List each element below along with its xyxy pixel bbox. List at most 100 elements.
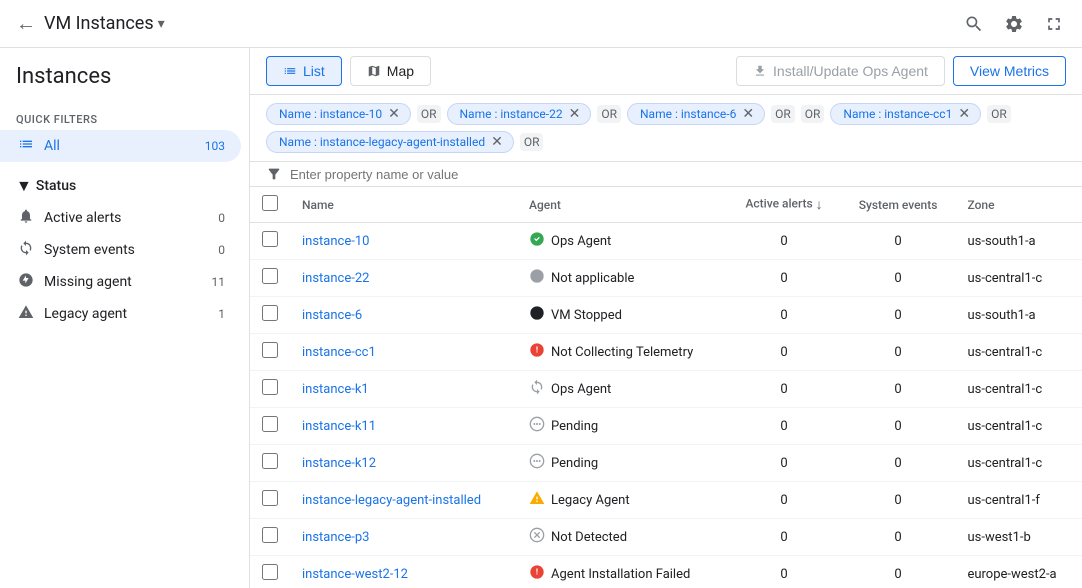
- row-system-events: 0: [841, 519, 956, 556]
- row-agent-cell: Ops Agent: [517, 371, 727, 408]
- system-events-count: 0: [218, 243, 225, 257]
- agent-label: Not applicable: [551, 271, 634, 286]
- row-checkbox-cell: [250, 408, 290, 445]
- row-system-events: 0: [841, 408, 956, 445]
- install-label: Install/Update Ops Agent: [773, 63, 928, 79]
- agent-status-icon: !: [529, 342, 545, 362]
- active-alerts-label: Active alerts: [44, 210, 210, 226]
- filter-icon: [266, 166, 282, 182]
- all-count: 103: [205, 139, 225, 153]
- list-view-button[interactable]: List: [266, 56, 342, 86]
- row-checkbox[interactable]: [262, 490, 278, 506]
- sidebar-item-legacy-agent[interactable]: Legacy agent 1: [0, 298, 241, 330]
- instance-name-link[interactable]: instance-k11: [302, 419, 376, 434]
- sidebar-item-active-alerts[interactable]: Active alerts 0: [0, 202, 241, 234]
- agent-status-icon: [529, 490, 545, 510]
- instances-table: Name Agent Active alerts ↓ System events…: [250, 187, 1082, 588]
- row-active-alerts: 0: [727, 482, 840, 519]
- filter-or-3: OR: [771, 105, 795, 123]
- select-all-checkbox[interactable]: [262, 195, 278, 211]
- layout: Instances Quick filters All 103 ▼ Status…: [0, 48, 1082, 588]
- instance-name-link[interactable]: instance-cc1: [302, 345, 376, 360]
- agent-status-icon: [529, 305, 545, 325]
- map-label: Map: [387, 63, 414, 79]
- install-ops-agent-button[interactable]: Install/Update Ops Agent: [736, 56, 945, 86]
- chip-remove-instancecc1[interactable]: ✕: [956, 106, 972, 122]
- instance-name-link[interactable]: instance-west2-12: [302, 567, 408, 582]
- row-zone: us-central1-c: [955, 445, 1082, 482]
- row-checkbox[interactable]: [262, 527, 278, 543]
- row-agent-cell: Not Detected: [517, 519, 727, 556]
- settings-icon[interactable]: [1002, 12, 1026, 36]
- instance-name-link[interactable]: instance-k12: [302, 456, 376, 471]
- row-checkbox[interactable]: [262, 268, 278, 284]
- sidebar-title: Instances: [0, 64, 249, 105]
- system-events-label: System events: [44, 242, 210, 258]
- row-checkbox[interactable]: [262, 231, 278, 247]
- row-active-alerts: 0: [727, 408, 840, 445]
- sidebar-item-missing-agent[interactable]: Missing agent 11: [0, 266, 241, 298]
- chip-remove-instance10[interactable]: ✕: [386, 106, 402, 122]
- instance-name-link[interactable]: instance-10: [302, 234, 369, 249]
- refresh-icon: [16, 240, 36, 260]
- row-name-cell: instance-p3: [290, 519, 517, 556]
- row-checkbox[interactable]: [262, 342, 278, 358]
- chip-label: Name : instance-cc1: [843, 107, 952, 121]
- instance-name-link[interactable]: instance-k1: [302, 382, 369, 397]
- filter-input[interactable]: [290, 167, 1066, 182]
- sort-down-icon: ↓: [816, 197, 823, 213]
- metrics-label: View Metrics: [970, 63, 1049, 79]
- filter-or-1: OR: [417, 105, 441, 123]
- instance-name-link[interactable]: instance-p3: [302, 530, 369, 545]
- chip-remove-instance22[interactable]: ✕: [567, 106, 583, 122]
- row-agent-cell: ! Not Collecting Telemetry: [517, 334, 727, 371]
- row-name-cell: instance-22: [290, 260, 517, 297]
- row-active-alerts: 0: [727, 334, 840, 371]
- row-checkbox-cell: [250, 445, 290, 482]
- main-content: List Map Install/Update Ops Agent View M…: [250, 48, 1082, 588]
- instance-name-link[interactable]: instance-legacy-agent-installed: [302, 493, 481, 508]
- bell-icon: [16, 208, 36, 228]
- agent-label: Not Detected: [551, 530, 627, 545]
- sidebar-item-all[interactable]: All 103: [0, 130, 241, 162]
- row-zone: us-south1-a: [955, 297, 1082, 334]
- search-icon[interactable]: [962, 12, 986, 36]
- status-header[interactable]: ▼ Status: [0, 170, 249, 202]
- agent-label: Agent Installation Failed: [551, 567, 690, 582]
- row-zone: us-central1-c: [955, 408, 1082, 445]
- title-dropdown-icon[interactable]: ▾: [158, 16, 165, 32]
- row-active-alerts: 0: [727, 223, 840, 260]
- row-checkbox[interactable]: [262, 564, 278, 580]
- row-checkbox-cell: [250, 260, 290, 297]
- toolbar: List Map Install/Update Ops Agent View M…: [250, 48, 1082, 95]
- row-checkbox[interactable]: [262, 305, 278, 321]
- row-checkbox[interactable]: [262, 416, 278, 432]
- header-active-alerts[interactable]: Active alerts ↓: [727, 187, 840, 223]
- table-row: instance-p3 Not Detected 0 0 us-west1-b: [250, 519, 1082, 556]
- fullscreen-icon[interactable]: [1042, 12, 1066, 36]
- topbar: ← VM Instances ▾: [0, 0, 1082, 48]
- filter-chip-instance22: Name : instance-22 ✕: [447, 103, 592, 125]
- row-zone: us-south1-a: [955, 223, 1082, 260]
- row-checkbox[interactable]: [262, 379, 278, 395]
- row-system-events: 0: [841, 334, 956, 371]
- back-button[interactable]: ←: [16, 11, 36, 36]
- agent-label: Pending: [551, 456, 598, 471]
- view-metrics-button[interactable]: View Metrics: [953, 56, 1066, 86]
- row-agent-cell: Not applicable: [517, 260, 727, 297]
- sidebar-item-system-events[interactable]: System events 0: [0, 234, 241, 266]
- header-agent: Agent: [517, 187, 727, 223]
- agent-status-icon: [529, 268, 545, 288]
- map-view-button[interactable]: Map: [350, 56, 431, 86]
- instance-name-link[interactable]: instance-22: [302, 271, 369, 286]
- table-body: instance-10 Ops Agent 0 0 us-south1-a in…: [250, 223, 1082, 588]
- chip-label: Name : instance-6: [640, 107, 736, 121]
- chevron-down-icon: ▼: [16, 176, 32, 196]
- topbar-title-text: VM Instances: [44, 13, 154, 34]
- chip-remove-instance6[interactable]: ✕: [740, 106, 756, 122]
- table-row: instance-legacy-agent-installed Legacy A…: [250, 482, 1082, 519]
- row-system-events: 0: [841, 297, 956, 334]
- instance-name-link[interactable]: instance-6: [302, 308, 362, 323]
- chip-remove-legacy[interactable]: ✕: [489, 134, 505, 150]
- row-checkbox[interactable]: [262, 453, 278, 469]
